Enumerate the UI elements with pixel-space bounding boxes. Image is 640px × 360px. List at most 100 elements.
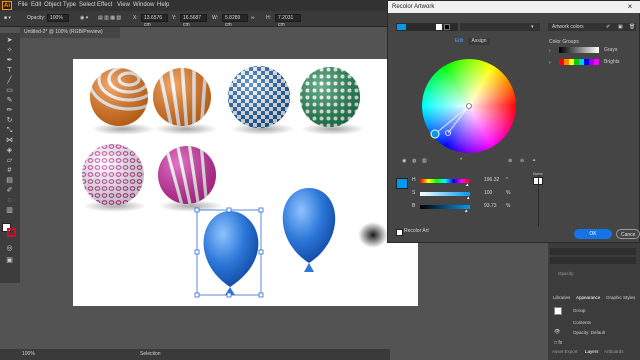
delete-group-icon[interactable]: 🗑: [629, 24, 635, 30]
mesh-tool-icon[interactable]: #: [4, 167, 15, 175]
color-group-name-field[interactable]: [460, 23, 540, 31]
green-patterned-sphere[interactable]: [300, 67, 360, 127]
document-tab[interactable]: Untitled-2* @ 100% (RGB/Preview): [20, 27, 120, 38]
group-thumbnail: [554, 307, 562, 315]
menu-help[interactable]: Help: [157, 2, 169, 8]
save-group-icon[interactable]: ▣: [618, 24, 623, 30]
recolor-art-checkbox[interactable]: [396, 229, 403, 236]
draw-mode-icon[interactable]: ◎: [4, 245, 15, 253]
tab-libraries[interactable]: Libraries: [553, 295, 570, 300]
menu-type[interactable]: Type: [63, 2, 76, 8]
brightness-value[interactable]: 93.73: [484, 203, 497, 209]
magenta-dotted-sphere[interactable]: [82, 144, 144, 206]
opacity-field[interactable]: 100%: [47, 14, 69, 22]
rotate-tool-icon[interactable]: ↻: [4, 117, 15, 125]
menu-select[interactable]: Select: [79, 2, 96, 8]
remove-color-tool-icon[interactable]: ⊖: [520, 158, 524, 164]
opacity-field-label: Opacity:: [558, 271, 575, 276]
y-label: Y:: [172, 15, 177, 21]
hue-slider-handle[interactable]: ▴: [466, 182, 469, 188]
w-field[interactable]: 5.8289 cm: [222, 14, 248, 28]
pencil-tool-icon[interactable]: ✏: [4, 107, 15, 115]
balloon-selected[interactable]: [203, 211, 259, 295]
scale-tool-icon[interactable]: ⤡: [4, 127, 15, 135]
expand-chevron-icon[interactable]: ›: [549, 48, 551, 54]
balloon[interactable]: [282, 188, 336, 272]
color-bars-icon[interactable]: ▥: [422, 158, 427, 164]
tab-graphic-styles[interactable]: Graphic Styles: [606, 295, 635, 300]
recolor-icon[interactable]: ◉ ▾: [80, 15, 88, 21]
right-panels: Opacity: Libraries Appearance Graphic St…: [548, 243, 640, 360]
y-field[interactable]: 16.5687 cm: [180, 14, 207, 28]
artboard[interactable]: [73, 59, 418, 306]
blend-tool-icon[interactable]: ◌: [4, 197, 15, 205]
saturation-value[interactable]: 100: [484, 190, 492, 196]
brightness-slider[interactable]: [420, 205, 470, 209]
dialog-menu-icon[interactable]: ▾: [531, 24, 534, 30]
blue-checkered-sphere[interactable]: [228, 66, 290, 128]
grays-group-swatches[interactable]: [559, 47, 599, 53]
magic-wand-icon[interactable]: ✧: [4, 47, 15, 55]
menu-edit[interactable]: Edit: [31, 2, 41, 8]
cancel-button[interactable]: Cance: [616, 229, 640, 239]
expand-chevron-icon[interactable]: ›: [549, 60, 551, 66]
tab-appearance[interactable]: Appearance: [576, 295, 600, 300]
add-color-tool-icon[interactable]: ⊕: [508, 158, 512, 164]
panel-strip: [550, 248, 636, 255]
width-tool-icon[interactable]: ⋈: [4, 137, 15, 145]
menu-view[interactable]: View: [117, 2, 130, 8]
tab-layers[interactable]: Layers: [585, 349, 599, 354]
current-color-row: [396, 23, 458, 31]
active-color-swatch[interactable]: [396, 178, 408, 189]
hue-slider[interactable]: [420, 179, 470, 183]
tab-asset-export[interactable]: Asset Export: [552, 349, 578, 354]
close-icon[interactable]: ×: [623, 2, 637, 12]
opacity-label: Opacity:: [27, 15, 46, 21]
segmented-wheel-icon[interactable]: ◍: [412, 158, 416, 164]
link-icon[interactable]: ∞: [251, 15, 255, 21]
ok-button[interactable]: OK: [574, 229, 612, 239]
menu-object[interactable]: Object: [44, 2, 61, 8]
tab-edit[interactable]: Edit: [450, 38, 468, 45]
menu-window[interactable]: Window: [133, 2, 154, 8]
line-tool-icon[interactable]: ╱: [4, 77, 15, 85]
hue-value[interactable]: 196.32: [484, 177, 499, 183]
gradient-tool-icon[interactable]: ▤: [4, 177, 15, 185]
brights-group-swatches[interactable]: [559, 59, 599, 65]
tab-assign[interactable]: Assign: [468, 38, 490, 45]
magenta-striped-sphere[interactable]: [158, 143, 216, 209]
zoom-level[interactable]: 100%: [22, 351, 35, 357]
link-harmony-icon[interactable]: ⚭: [532, 158, 536, 164]
selection-tool-icon[interactable]: ➤: [4, 37, 15, 45]
black-swatch[interactable]: [444, 24, 450, 30]
screen-mode-icon[interactable]: ▣: [4, 257, 15, 265]
brush-tool-icon[interactable]: ✎: [4, 97, 15, 105]
brightness-icon[interactable]: ◐: [460, 156, 463, 162]
eyedropper-icon[interactable]: ✐: [4, 187, 15, 195]
shape-builder-icon[interactable]: ◈: [4, 147, 15, 155]
type-tool-icon[interactable]: T: [4, 67, 15, 75]
h-field[interactable]: 7.2031 cm: [275, 14, 301, 28]
smooth-wheel-icon[interactable]: ◉: [402, 158, 406, 164]
add-new-icon[interactable]: □ fx: [554, 340, 562, 346]
orange-striped-sphere-2[interactable]: [153, 64, 211, 134]
perspective-icon[interactable]: ▱: [4, 157, 15, 165]
white-swatch[interactable]: [436, 24, 442, 30]
rectangle-tool-icon[interactable]: ▭: [4, 87, 15, 95]
stroke-swatch[interactable]: [7, 228, 16, 237]
w-label: W:: [212, 15, 219, 21]
current-color-swatch[interactable]: [397, 24, 406, 30]
saturation-slider[interactable]: [420, 192, 470, 196]
visibility-icon[interactable]: 👁: [554, 329, 560, 335]
x-field[interactable]: 13.6576 cm: [141, 14, 168, 28]
eyedropper-icon[interactable]: ✐: [606, 24, 610, 30]
graph-tool-icon[interactable]: ▥: [4, 207, 15, 215]
tab-artboards[interactable]: Artboards: [604, 349, 624, 354]
menu-file[interactable]: File: [18, 2, 28, 8]
saturation-slider-handle[interactable]: ▴: [467, 195, 470, 201]
brightness-slider-handle[interactable]: ▴: [465, 208, 468, 214]
menu-effect[interactable]: Effect: [97, 2, 112, 8]
color-wheel[interactable]: [422, 59, 516, 153]
pen-tool-icon[interactable]: ✒: [4, 57, 15, 65]
align-icons[interactable]: ▤ ▥ ▦ ▧: [98, 15, 121, 21]
